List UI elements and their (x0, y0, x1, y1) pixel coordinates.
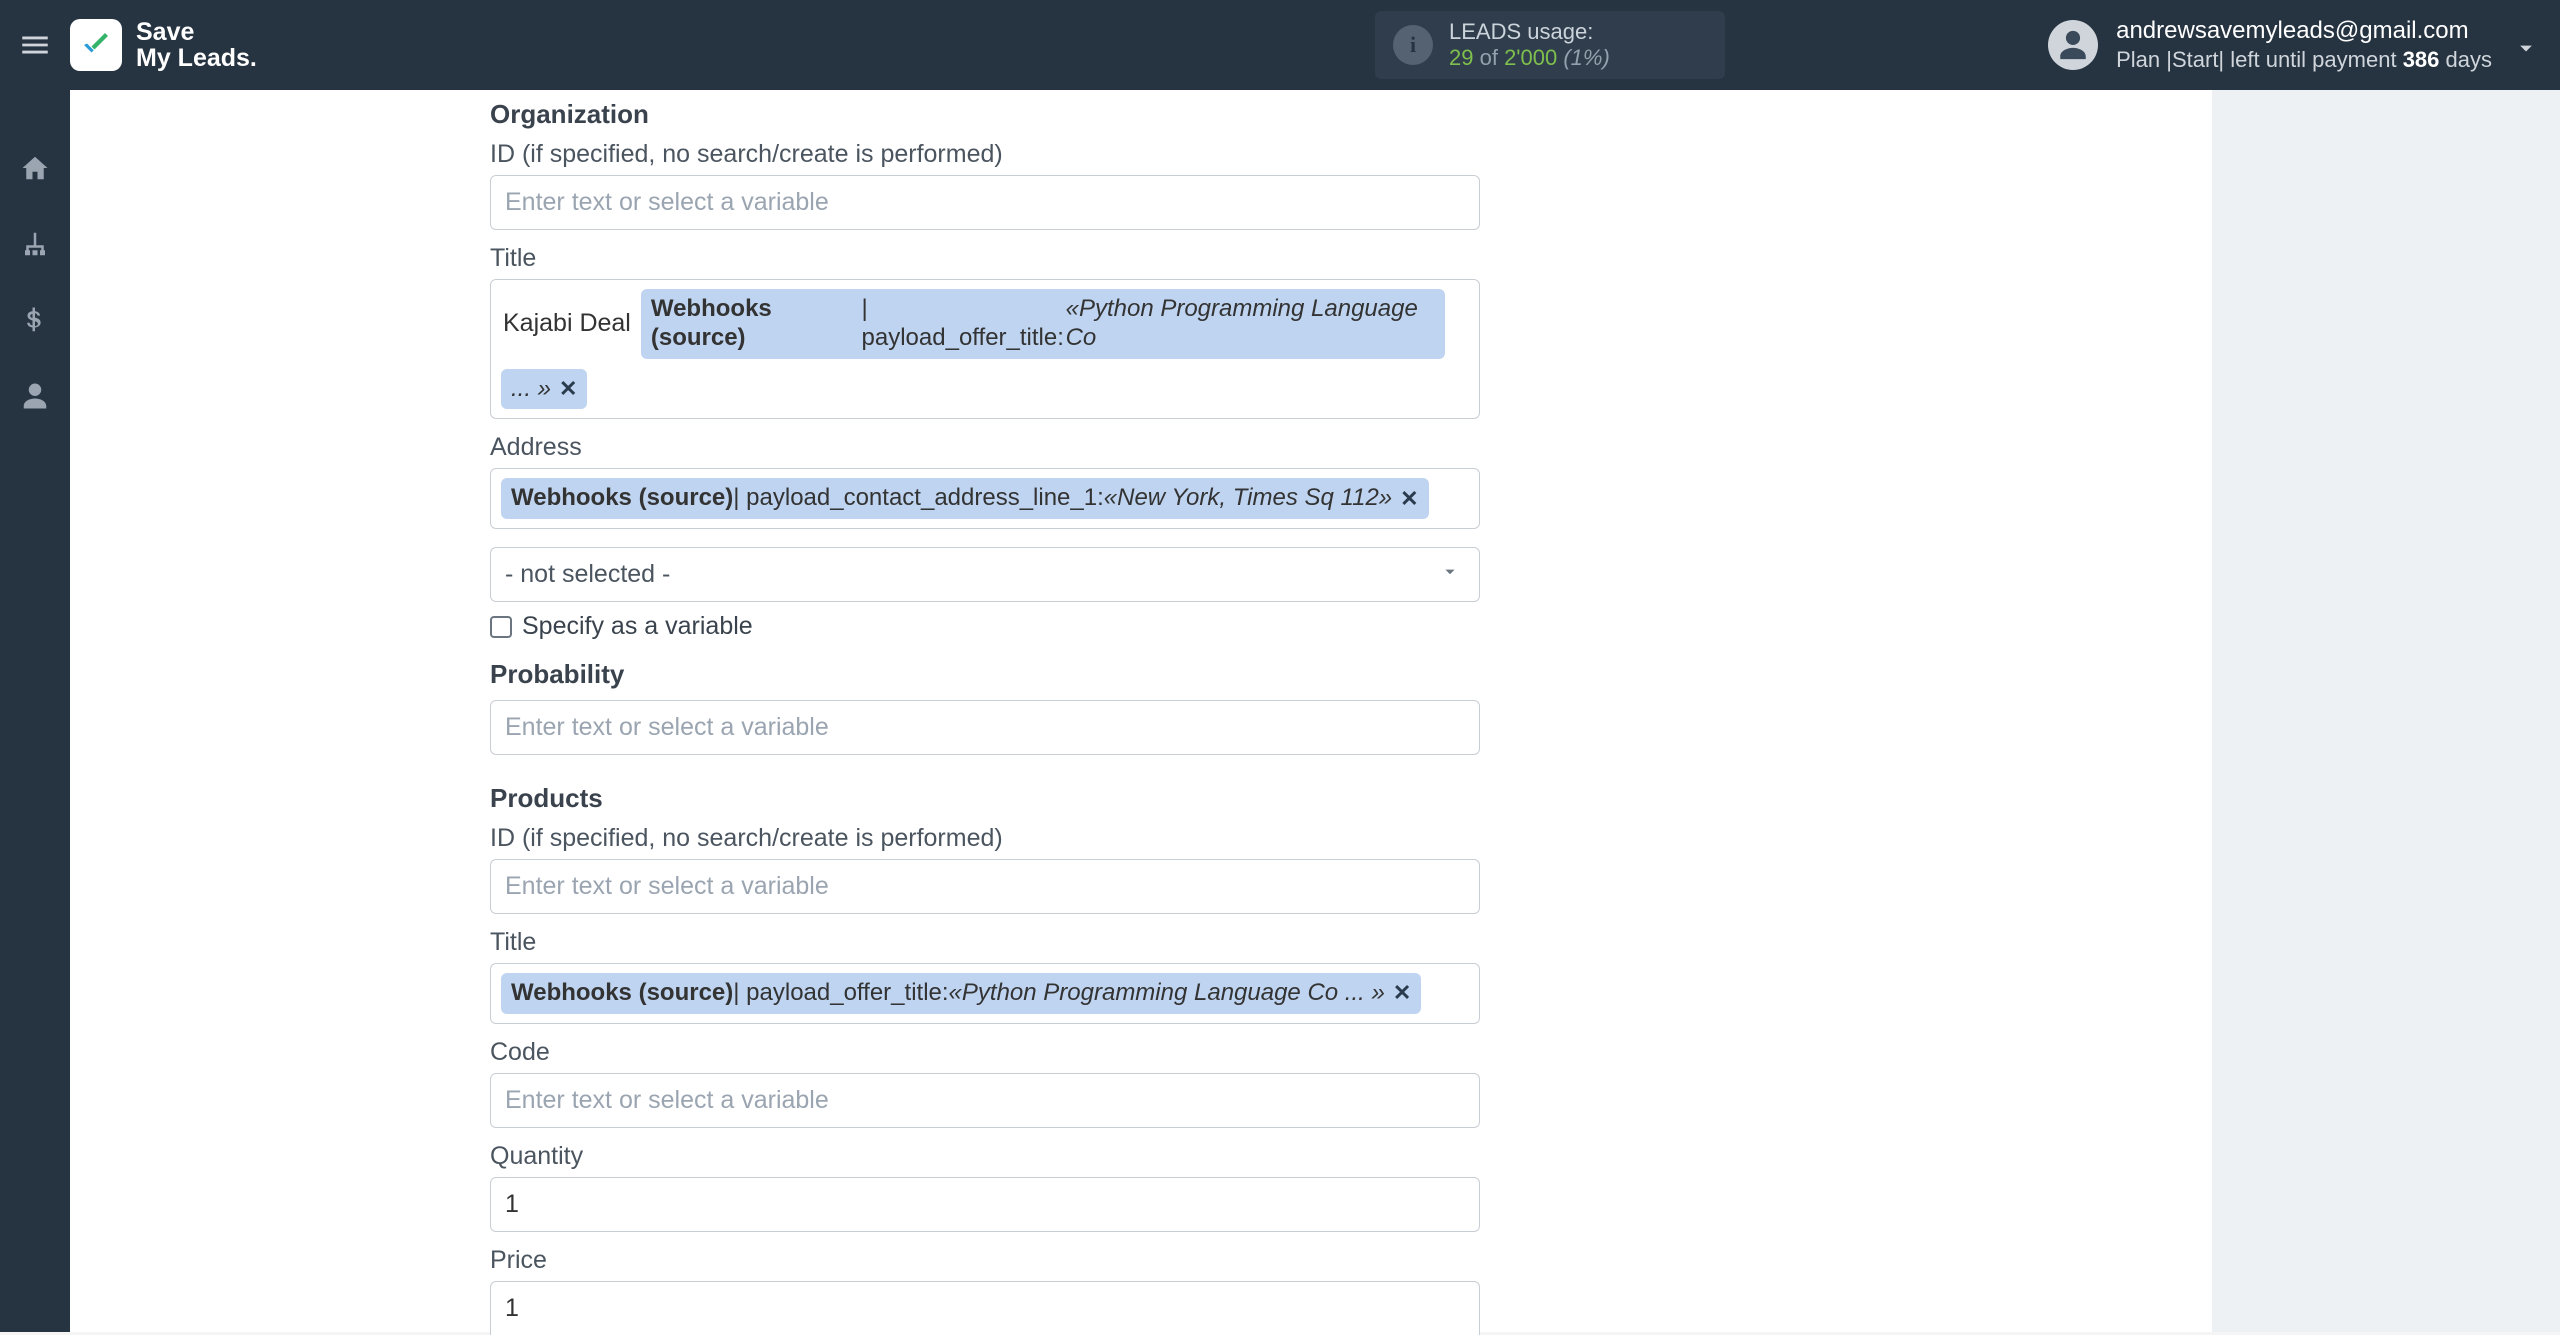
pipeline-select[interactable]: - not selected - (490, 547, 1480, 602)
pipeline-specify-label: Specify as a variable (522, 612, 753, 641)
check-icon (78, 27, 114, 63)
org-title-tag-src: Webhooks (source) (651, 295, 862, 353)
user-days: 386 (2403, 47, 2440, 72)
field-prod-qty: Quantity 1 (490, 1142, 1480, 1232)
field-prod-code: Code Enter text or select a variable (490, 1038, 1480, 1128)
chevron-down-icon (1439, 560, 1461, 589)
field-prod-title: Title Webhooks (source) | payload_offer_… (490, 928, 1480, 1024)
org-title-tag-val-rest: ... » (511, 375, 551, 404)
pipeline-specify-checkbox[interactable] (490, 616, 512, 638)
brand-line1: Save (136, 19, 257, 45)
org-address-input[interactable]: Webhooks (source) | payload_contact_addr… (490, 468, 1480, 529)
prod-id-label: ID (if specified, no search/create is pe… (490, 824, 1480, 853)
hamburger-icon (18, 28, 52, 62)
org-title-prefix: Kajabi Deal (501, 305, 633, 342)
nav-connections[interactable] (17, 226, 53, 262)
user-plan-prefix: Plan |Start| left until payment (2116, 47, 2403, 72)
probability-label: Probability (490, 659, 1480, 690)
dollar-icon (20, 305, 50, 335)
probability-input[interactable]: Enter text or select a variable (490, 700, 1480, 755)
org-address-tag-remove[interactable]: ✕ (1400, 486, 1418, 512)
usage-total: 2'000 (1504, 45, 1557, 70)
prod-price-label: Price (490, 1246, 1480, 1275)
usage-used: 29 (1449, 45, 1473, 70)
prod-title-input[interactable]: Webhooks (source) | payload_offer_title:… (490, 963, 1480, 1024)
prod-code-label: Code (490, 1038, 1480, 1067)
chevron-down-icon (2512, 34, 2540, 62)
field-org-title: Title Kajabi Deal Webhooks (source) | pa… (490, 244, 1480, 419)
main-panel: Organization ID (if specified, no search… (70, 90, 2212, 1332)
usage-badge: i LEADS usage: 29 of 2'000 (1%) (1375, 11, 1725, 79)
field-prod-id: ID (if specified, no search/create is pe… (490, 824, 1480, 914)
field-prod-price: Price 1 (490, 1246, 1480, 1335)
field-org-address: Address Webhooks (source) | payload_cont… (490, 433, 1480, 529)
user-menu[interactable]: andrewsavemyleads@gmail.com Plan |Start|… (2048, 11, 2492, 79)
brand-logo-mark (70, 19, 122, 71)
usage-pct: (1%) (1557, 45, 1610, 70)
usage-stats: 29 of 2'000 (1%) (1449, 45, 1610, 71)
nav-billing[interactable] (17, 302, 53, 338)
top-bar: Save My Leads. i LEADS usage: 29 of 2'00… (0, 0, 2560, 90)
prod-title-label: Title (490, 928, 1480, 957)
prod-title-tag: Webhooks (source) | payload_offer_title:… (501, 973, 1421, 1014)
prod-code-input[interactable]: Enter text or select a variable (490, 1073, 1480, 1128)
sidebar (0, 90, 70, 1332)
form-container: Organization ID (if specified, no search… (490, 95, 1480, 1332)
user-icon (20, 381, 50, 411)
org-id-label: ID (if specified, no search/create is pe… (490, 140, 1480, 169)
vertical-scrollbar[interactable] (2538, 90, 2560, 1332)
brand-line2: My Leads. (136, 45, 257, 71)
prod-title-tag-src: Webhooks (source) (511, 979, 733, 1008)
org-title-tag: Webhooks (source) | payload_offer_title:… (641, 289, 1445, 359)
org-title-tag-field: | payload_offer_title: (862, 295, 1066, 353)
org-title-label: Title (490, 244, 1480, 273)
prod-id-input[interactable]: Enter text or select a variable (490, 859, 1480, 914)
org-title-input[interactable]: Kajabi Deal Webhooks (source) | payload_… (490, 279, 1480, 419)
sitemap-icon (20, 229, 50, 259)
prod-qty-input[interactable]: 1 (490, 1177, 1480, 1232)
org-title-tag-remove[interactable]: ✕ (559, 376, 577, 402)
org-title-tag-wrap: ... » ✕ (501, 369, 587, 410)
field-org-id: ID (if specified, no search/create is pe… (490, 140, 1480, 230)
prod-title-tag-val: «Python Programming Language Co ... » (949, 979, 1385, 1008)
user-menu-toggle[interactable] (2512, 34, 2540, 67)
brand-logo-text: Save My Leads. (136, 19, 257, 72)
menu-toggle-button[interactable] (0, 0, 70, 90)
org-address-tag-field: | payload_contact_address_line_1: (733, 484, 1104, 513)
org-address-tag-val: «New York, Times Sq 112» (1104, 484, 1392, 513)
org-address-tag: Webhooks (source) | payload_contact_addr… (501, 478, 1429, 519)
user-email: andrewsavemyleads@gmail.com (2116, 16, 2492, 46)
pipeline-placeholder: - not selected - (505, 560, 670, 588)
user-plan: Plan |Start| left until payment 386 days (2116, 46, 2492, 74)
prod-title-tag-remove[interactable]: ✕ (1393, 980, 1411, 1006)
avatar-icon (2048, 20, 2098, 70)
org-id-input[interactable]: Enter text or select a variable (490, 175, 1480, 230)
usage-label: LEADS usage: (1449, 19, 1610, 45)
prod-price-input[interactable]: 1 (490, 1281, 1480, 1335)
org-address-label: Address (490, 433, 1480, 462)
section-products: Products (490, 783, 1480, 814)
prod-qty-label: Quantity (490, 1142, 1480, 1171)
pipeline-specify-row: Specify as a variable (490, 612, 1480, 641)
home-icon (20, 153, 50, 183)
info-icon: i (1393, 25, 1433, 65)
nav-home[interactable] (17, 150, 53, 186)
field-pipeline: - not selected - Specify as a variable (490, 547, 1480, 641)
field-probability: Probability Enter text or select a varia… (490, 659, 1480, 755)
usage-of: of (1473, 45, 1504, 70)
org-address-tag-src: Webhooks (source) (511, 484, 733, 513)
nav-account[interactable] (17, 378, 53, 414)
user-days-suffix: days (2439, 47, 2492, 72)
org-title-tag-val: «Python Programming Language Co (1066, 295, 1435, 353)
brand-logo[interactable]: Save My Leads. (70, 19, 257, 72)
section-organization: Organization (490, 99, 1480, 130)
prod-title-tag-field: | payload_offer_title: (733, 979, 948, 1008)
